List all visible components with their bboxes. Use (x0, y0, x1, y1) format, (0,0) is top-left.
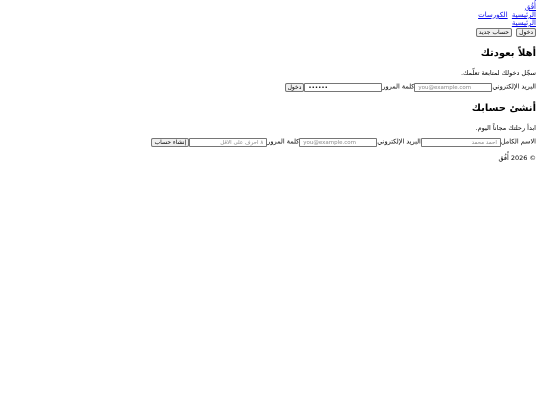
page: أُفُق الرئيسية الكورسات الرئيسية دخول حس… (0, 0, 540, 162)
login-section: أهلاً بعودتك سجّل دخولك لمتابعة تعلّمك. … (4, 48, 536, 92)
nav-home-link[interactable]: الرئيسية (512, 11, 536, 19)
register-name-label: الاسم الكامل (500, 137, 536, 146)
register-name-input[interactable] (420, 138, 501, 148)
site-header: أُفُق الرئيسية الكورسات الرئيسية دخول حس… (4, 3, 536, 37)
register-email-label: البريد الإلكتروني (377, 137, 421, 146)
logo-link[interactable]: أُفُق (4, 3, 536, 11)
nav-courses-link[interactable]: الكورسات (478, 11, 508, 19)
register-submit-button[interactable]: إنشاء حساب (151, 138, 190, 148)
login-form: البريد الإلكتروني كلمة المرور دخول (4, 83, 536, 92)
register-section: أنشئ حسابك ابدأ رحلتك مجاناً اليوم. الاس… (4, 103, 536, 148)
login-email-label: البريد الإلكتروني (492, 82, 536, 91)
login-email-input[interactable] (414, 83, 493, 92)
login-submit-button[interactable]: دخول (284, 83, 305, 92)
register-subtitle: ابدأ رحلتك مجاناً اليوم. (475, 124, 536, 133)
main-nav: الرئيسية الكورسات (4, 11, 536, 19)
register-password-label: كلمة المرور (267, 137, 300, 146)
login-subtitle: سجّل دخولك لمتابعة تعلّمك. (460, 69, 536, 77)
login-password-input[interactable] (304, 83, 383, 92)
site-footer: © 2026 أُفُق (4, 153, 536, 163)
register-title: أنشئ حسابك (471, 103, 536, 115)
register-email-input[interactable] (299, 138, 378, 148)
login-title: أهلاً بعودتك (480, 48, 536, 59)
header-login-button[interactable]: دخول (516, 28, 536, 37)
header-register-button[interactable]: حساب جديد (475, 28, 512, 37)
footer-copyright: © 2026 أُفُق (498, 153, 536, 162)
nav-home-secondary-link[interactable]: الرئيسية (4, 19, 536, 27)
login-password-label: كلمة المرور (382, 82, 415, 91)
register-form: الاسم الكامل البريد الإلكتروني كلمة المرور… (4, 137, 536, 148)
register-password-input[interactable] (189, 138, 268, 148)
auth-buttons: دخول حساب جديد (4, 28, 536, 37)
